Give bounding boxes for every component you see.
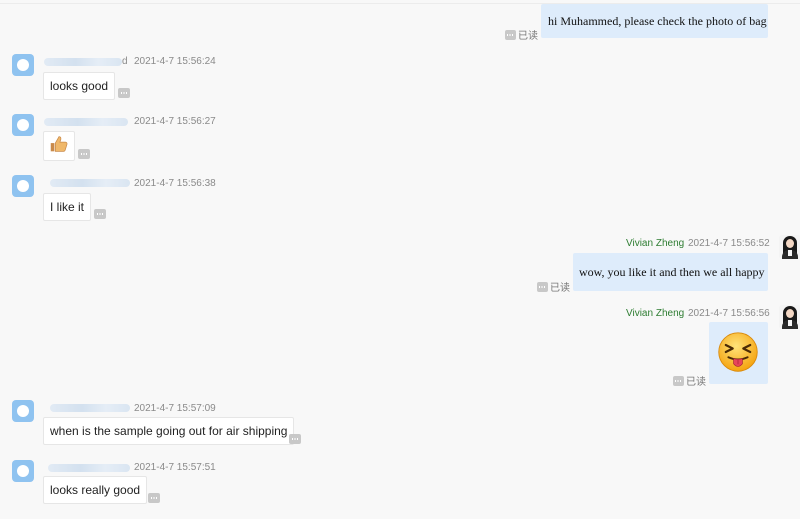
message-timestamp: 2021-4-7 15:57:51 <box>134 462 216 473</box>
customer-avatar[interactable] <box>12 54 34 76</box>
read-label: 已读 <box>686 377 706 388</box>
redacted-sender-name <box>50 404 130 412</box>
message-text: wow, you like it and then we all happy <box>579 265 765 279</box>
message-bubble-incoming[interactable]: I like it <box>43 193 92 221</box>
agent-avatar[interactable] <box>779 235 800 259</box>
tongue-out-squint-face-icon <box>718 332 758 372</box>
more-icon[interactable] <box>537 281 548 292</box>
more-icon[interactable] <box>289 434 301 444</box>
message-text: I like it <box>50 200 85 214</box>
message-timestamp: 2021-4-7 15:56:24 <box>134 56 216 67</box>
message-bubble-outgoing[interactable]: wow, you like it and then we all happy <box>573 253 768 291</box>
redacted-sender-name <box>50 179 130 187</box>
message-timestamp: 2021-4-7 15:56:27 <box>134 116 216 127</box>
message-text: looks really good <box>50 483 141 497</box>
read-receipt: 已读 <box>673 373 706 388</box>
more-icon[interactable] <box>78 149 90 159</box>
more-icon[interactable] <box>118 88 130 98</box>
more-icon[interactable] <box>148 493 160 503</box>
customer-avatar[interactable] <box>12 114 34 136</box>
message-text: hi Muhammed, please check the photo of b… <box>548 14 767 28</box>
message-timestamp: 2021-4-7 15:56:52 <box>688 238 770 249</box>
sender-name: Vivian Zheng <box>626 238 685 249</box>
sender-name-fragment: d <box>122 56 128 67</box>
message-bubble-outgoing[interactable]: hi Muhammed, please check the photo of b… <box>541 4 768 38</box>
read-label: 已读 <box>518 31 538 42</box>
message-bubble-incoming[interactable]: looks really good <box>43 476 148 504</box>
redacted-sender-name <box>48 464 130 472</box>
redacted-sender-name <box>44 118 128 126</box>
message-timestamp: 2021-4-7 15:56:38 <box>134 178 216 189</box>
redacted-sender-name <box>44 58 122 66</box>
customer-avatar[interactable] <box>12 175 34 197</box>
message-text: looks good <box>50 79 109 93</box>
read-label: 已读 <box>550 283 570 294</box>
read-receipt: 已读 <box>537 279 570 294</box>
message-bubble-incoming[interactable]: looks good <box>43 72 116 100</box>
customer-avatar[interactable] <box>12 460 34 482</box>
read-receipt: 已读 <box>505 27 538 42</box>
more-icon[interactable] <box>94 209 106 219</box>
customer-avatar[interactable] <box>12 400 34 422</box>
message-bubble-incoming[interactable]: when is the sample going out for air shi… <box>43 417 295 445</box>
message-timestamp: 2021-4-7 15:57:09 <box>134 403 216 414</box>
message-text: when is the sample going out for air shi… <box>50 424 288 438</box>
sender-name: Vivian Zheng <box>626 308 685 319</box>
agent-avatar[interactable] <box>779 305 800 329</box>
more-icon[interactable] <box>505 29 516 40</box>
more-icon[interactable] <box>673 375 684 386</box>
thumbs-up-icon <box>50 136 68 152</box>
message-timestamp: 2021-4-7 15:56:56 <box>688 308 770 319</box>
